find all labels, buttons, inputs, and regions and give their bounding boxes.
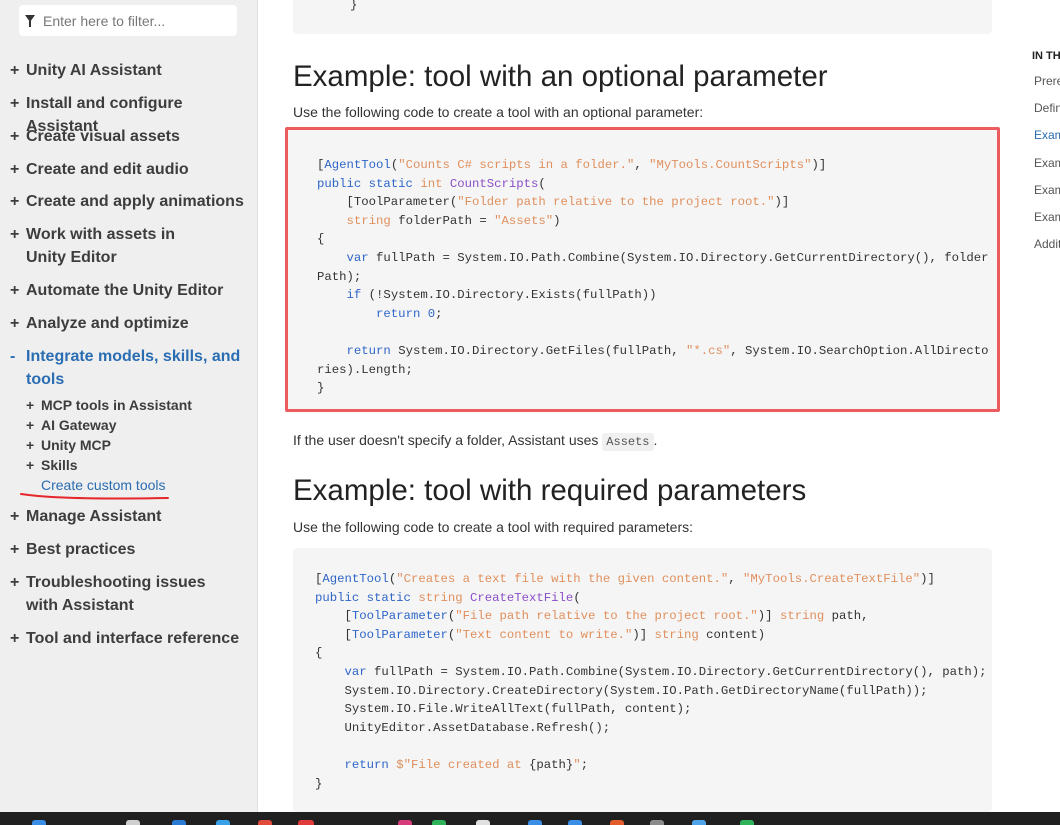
expand-icon: + (10, 574, 20, 591)
toc-link-example-2[interactable]: Example (1034, 156, 1060, 170)
expand-icon: + (10, 193, 20, 210)
code-closing-brace: } (350, 0, 358, 12)
taskbar-app-icon[interactable] (692, 820, 706, 825)
taskbar-app-icon[interactable] (398, 820, 412, 825)
toc-link-additional[interactable]: Additional (1034, 237, 1060, 251)
previous-code-block: } (293, 0, 992, 34)
taskbar-app-icon[interactable] (32, 820, 46, 825)
expand-icon: + (26, 397, 35, 413)
sidebar-subitem-ai-gateway[interactable]: + AI Gateway (0, 416, 116, 434)
section-intro-optional: Use the following code to create a tool … (293, 104, 704, 120)
sidebar-item-label: Manage Assistant (26, 508, 162, 525)
sidebar-item-visual-assets[interactable]: + Create visual assets (0, 125, 251, 148)
sidebar-item-animations[interactable]: + Create and apply animations (0, 190, 251, 213)
filter-box[interactable] (19, 5, 237, 36)
sidebar-item-audio[interactable]: + Create and edit audio (0, 158, 251, 181)
expand-icon: + (10, 508, 20, 525)
taskbar-app-icon[interactable] (432, 820, 446, 825)
filter-icon (25, 15, 35, 27)
sidebar-item-label: Work with assets in Unity Editor (26, 226, 176, 266)
sidebar-subitem-unity-mcp[interactable]: + Unity MCP (0, 436, 111, 454)
main-content: } Example: tool with an optional paramet… (258, 0, 1020, 812)
note-period: . (653, 432, 658, 448)
code-text: [AgentTool("Counts C# scripts in a folde… (317, 158, 989, 396)
sidebar-item-label: Create visual assets (26, 128, 180, 145)
expand-icon: + (10, 282, 20, 299)
sidebar-item-troubleshooting[interactable]: + Troubleshooting issues with Assistant (0, 571, 236, 617)
sidebar-subitem-create-custom-tools[interactable]: Create custom tools (0, 476, 166, 494)
inline-code-assets: Assets (602, 433, 654, 451)
section-heading-optional: Example: tool with an optional parameter (293, 60, 828, 93)
sidebar-item-label: Create and apply animations (26, 193, 244, 210)
filter-input[interactable] (43, 11, 233, 31)
toc-link-example-3[interactable]: Example (1034, 183, 1060, 197)
sidebar-item-label: Create and edit audio (26, 161, 189, 178)
code-text: [AgentTool("Creates a text file with the… (315, 572, 987, 791)
expand-icon: + (26, 417, 35, 433)
sidebar-subitem-skills[interactable]: + Skills (0, 456, 78, 474)
note-text: If the user doesn't specify a folder, As… (293, 432, 599, 448)
sidebar-item-label: Automate the Unity Editor (26, 282, 224, 299)
toc-link-example-4[interactable]: Example (1034, 210, 1060, 224)
expand-icon: + (10, 62, 20, 79)
collapse-icon: - (10, 348, 16, 365)
taskbar-app-icon[interactable] (216, 820, 230, 825)
os-taskbar (0, 812, 1060, 825)
sidebar-subitem-spacer (0, 476, 41, 494)
section-note-optional: If the user doesn't specify a folder, As… (293, 432, 658, 451)
sidebar-item-label: Unity AI Assistant (26, 62, 162, 79)
sidebar-subitem-label: MCP tools in Assistant (41, 397, 192, 413)
taskbar-app-icon[interactable] (528, 820, 542, 825)
sidebar-subitem-label: AI Gateway (41, 417, 117, 433)
taskbar-app-icon[interactable] (172, 820, 186, 825)
sidebar-item-label: Analyze and optimize (26, 315, 189, 332)
expand-icon: + (10, 128, 20, 145)
sidebar-item-label: Tool and interface reference (26, 630, 240, 647)
code-block-required-parameters: [AgentTool("Creates a text file with the… (293, 548, 992, 812)
toc-link-example-1[interactable]: Example (1034, 128, 1060, 142)
sidebar-item-manage-assistant[interactable]: + Manage Assistant (0, 505, 251, 528)
toc-title: IN THIS ARTICLE (1032, 50, 1060, 62)
code-block-optional-parameter: [AgentTool("Counts C# scripts in a folde… (285, 127, 1000, 412)
expand-icon: + (10, 226, 20, 243)
expand-icon: + (10, 161, 20, 178)
taskbar-app-icon[interactable] (650, 820, 664, 825)
expand-icon: + (10, 630, 20, 647)
expand-icon: + (26, 457, 35, 473)
sidebar-subitem-mcp-tools[interactable]: + MCP tools in Assistant (0, 396, 192, 414)
expand-icon: + (26, 437, 35, 453)
taskbar-app-icon[interactable] (258, 820, 272, 825)
sidebar-subitem-label: Unity MCP (41, 437, 111, 453)
sidebar-item-label: Integrate models, skills, and tools (26, 348, 241, 388)
article-toc: IN THIS ARTICLE Prerequisites Define Exa… (1020, 0, 1060, 812)
section-heading-required: Example: tool with required parameters (293, 474, 807, 507)
taskbar-app-icon[interactable] (298, 820, 314, 825)
sidebar-item-tool-reference[interactable]: + Tool and interface reference (0, 627, 251, 650)
expand-icon: + (10, 541, 20, 558)
sidebar-item-best-practices[interactable]: + Best practices (0, 538, 251, 561)
sidebar-item-label: Best practices (26, 541, 136, 558)
sidebar-item-integrate-models[interactable]: - Integrate models, skills, and tools (0, 345, 241, 391)
sidebar-item-work-with-assets[interactable]: + Work with assets in Unity Editor (0, 223, 216, 269)
section-intro-required: Use the following code to create a tool … (293, 519, 693, 535)
expand-icon: + (10, 315, 20, 332)
sidebar-subitem-label: Create custom tools (41, 477, 166, 493)
sidebar-item-label: Troubleshooting issues with Assistant (26, 574, 206, 614)
taskbar-app-icon[interactable] (740, 820, 754, 825)
sidebar-item-automate-editor[interactable]: + Automate the Unity Editor (0, 279, 251, 302)
sidebar-item-analyze-optimize[interactable]: + Analyze and optimize (0, 312, 251, 335)
sidebar-subitem-label: Skills (41, 457, 78, 473)
taskbar-app-icon[interactable] (610, 820, 624, 825)
taskbar-app-icon[interactable] (126, 820, 140, 825)
taskbar-app-icon[interactable] (568, 820, 582, 825)
taskbar-app-icon[interactable] (476, 820, 490, 825)
toc-link-prerequisites[interactable]: Prerequisites (1034, 74, 1060, 88)
toc-link-define[interactable]: Define (1034, 101, 1060, 115)
sidebar: + Unity AI Assistant + Install and confi… (0, 0, 258, 812)
sidebar-item-unity-ai-assistant[interactable]: + Unity AI Assistant (0, 59, 251, 82)
red-underline-annotation (20, 493, 169, 500)
